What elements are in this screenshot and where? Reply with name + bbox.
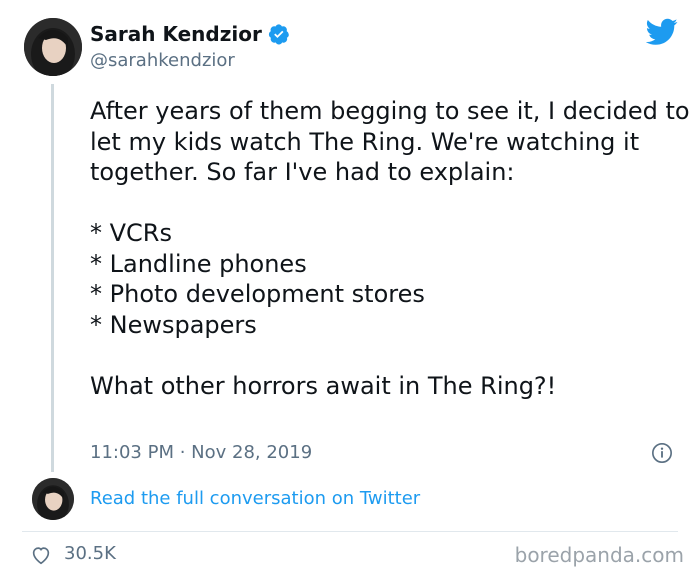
verified-badge-icon [268, 24, 289, 45]
footer-divider [22, 531, 678, 532]
twitter-bird-icon[interactable] [646, 18, 678, 46]
tweet-timestamp[interactable]: 11:03 PM · Nov 28, 2019 [90, 442, 312, 463]
author-avatar[interactable] [24, 18, 82, 76]
author-handle[interactable]: @sarahkendzior [90, 50, 235, 71]
author-name-row[interactable]: Sarah Kendzior [90, 22, 290, 46]
heart-icon[interactable] [30, 544, 52, 566]
author-display-name[interactable]: Sarah Kendzior [90, 22, 262, 46]
read-full-conversation-link[interactable]: Read the full conversation on Twitter [90, 488, 420, 509]
tweet-text: After years of them begging to see it, I… [90, 97, 690, 400]
thread-connector-line [51, 84, 54, 472]
info-icon[interactable] [651, 442, 673, 464]
boredpanda-watermark: boredpanda.com [514, 543, 684, 567]
reply-avatar[interactable] [32, 478, 74, 520]
like-count[interactable]: 30.5K [64, 543, 116, 564]
